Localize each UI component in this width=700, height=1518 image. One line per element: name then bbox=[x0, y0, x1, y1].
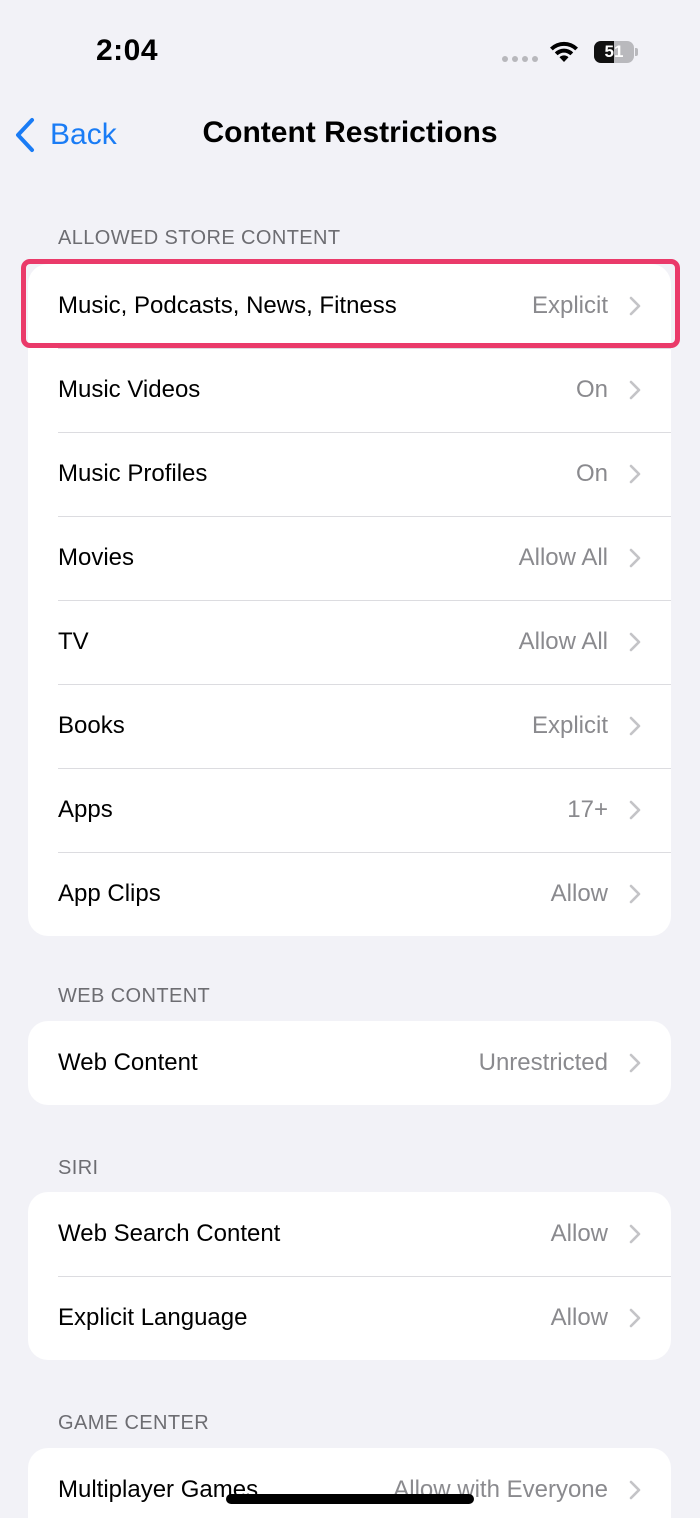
row-value: Allow All bbox=[518, 544, 608, 571]
row-music-videos[interactable]: Music Videos On bbox=[28, 348, 671, 432]
row-multiplayer-games[interactable]: Multiplayer Games Allow with Everyone bbox=[28, 1448, 671, 1518]
back-button-label: Back bbox=[50, 118, 117, 151]
row-value: Allow bbox=[550, 1304, 608, 1331]
row-value: Explicit bbox=[531, 712, 608, 739]
wifi-icon bbox=[550, 41, 578, 62]
status-bar: 2:04 51 bbox=[0, 0, 700, 100]
row-label: Web Search Content bbox=[58, 1220, 281, 1247]
battery-icon: 51 bbox=[594, 41, 638, 63]
row-value: Allow bbox=[550, 1220, 608, 1247]
row-value: On bbox=[575, 376, 608, 403]
status-time: 2:04 bbox=[96, 34, 159, 67]
back-button[interactable]: Back bbox=[14, 112, 117, 158]
section-header-game-center: GAME CENTER bbox=[58, 1412, 210, 1434]
chevron-left-icon bbox=[16, 118, 34, 152]
chevron-right-icon bbox=[629, 800, 641, 820]
row-apps[interactable]: Apps 17+ bbox=[28, 768, 671, 852]
content-restrictions-screen: 2:04 51 Content Restrictions Back ALLOWE… bbox=[0, 0, 700, 1518]
row-books[interactable]: Books Explicit bbox=[28, 684, 671, 768]
row-movies[interactable]: Movies Allow All bbox=[28, 516, 671, 600]
chevron-right-icon bbox=[629, 1053, 641, 1073]
home-indicator[interactable] bbox=[226, 1494, 474, 1504]
chevron-right-icon bbox=[629, 716, 641, 736]
store-content-group: Music, Podcasts, News, Fitness Explicit … bbox=[28, 264, 671, 936]
chevron-right-icon bbox=[629, 380, 641, 400]
row-label: Apps bbox=[58, 796, 113, 823]
row-label: App Clips bbox=[58, 880, 161, 907]
web-content-group: Web Content Unrestricted bbox=[28, 1021, 671, 1105]
siri-group: Web Search Content Allow Explicit Langua… bbox=[28, 1192, 671, 1360]
row-label: Web Content bbox=[58, 1049, 198, 1076]
chevron-right-icon bbox=[629, 1308, 641, 1328]
row-label: Music, Podcasts, News, Fitness bbox=[58, 292, 397, 319]
chevron-right-icon bbox=[629, 464, 641, 484]
row-music-podcasts-news-fitness[interactable]: Music, Podcasts, News, Fitness Explicit bbox=[28, 264, 671, 348]
battery-level: 51 bbox=[604, 42, 624, 61]
row-label: Explicit Language bbox=[58, 1304, 248, 1331]
row-label: Books bbox=[58, 712, 125, 739]
row-web-content[interactable]: Web Content Unrestricted bbox=[28, 1021, 671, 1105]
row-app-clips[interactable]: App Clips Allow bbox=[28, 852, 671, 936]
cellular-signal-icon bbox=[502, 56, 538, 62]
section-header-siri: SIRI bbox=[58, 1157, 99, 1179]
row-label: Movies bbox=[58, 544, 135, 571]
game-center-group: Multiplayer Games Allow with Everyone bbox=[28, 1448, 671, 1518]
navigation-bar: Content Restrictions Back bbox=[0, 100, 700, 170]
chevron-right-icon bbox=[629, 1224, 641, 1244]
row-value: Allow All bbox=[518, 628, 608, 655]
row-label: TV bbox=[58, 628, 89, 655]
section-header-store: ALLOWED STORE CONTENT bbox=[58, 227, 341, 249]
section-header-web: WEB CONTENT bbox=[58, 985, 211, 1007]
row-value: Allow bbox=[550, 880, 608, 907]
chevron-right-icon bbox=[629, 632, 641, 652]
row-music-profiles[interactable]: Music Profiles On bbox=[28, 432, 671, 516]
row-value: Explicit bbox=[531, 292, 608, 319]
row-explicit-language[interactable]: Explicit Language Allow bbox=[28, 1276, 671, 1360]
chevron-right-icon bbox=[629, 1480, 641, 1500]
row-value: Unrestricted bbox=[478, 1049, 608, 1076]
chevron-right-icon bbox=[629, 296, 641, 316]
row-web-search-content[interactable]: Web Search Content Allow bbox=[28, 1192, 671, 1276]
row-value: 17+ bbox=[567, 796, 608, 823]
chevron-right-icon bbox=[629, 548, 641, 568]
row-label: Music Profiles bbox=[58, 460, 208, 487]
row-label: Music Videos bbox=[58, 376, 201, 403]
chevron-right-icon bbox=[629, 884, 641, 904]
row-value: On bbox=[575, 460, 608, 487]
row-tv[interactable]: TV Allow All bbox=[28, 600, 671, 684]
